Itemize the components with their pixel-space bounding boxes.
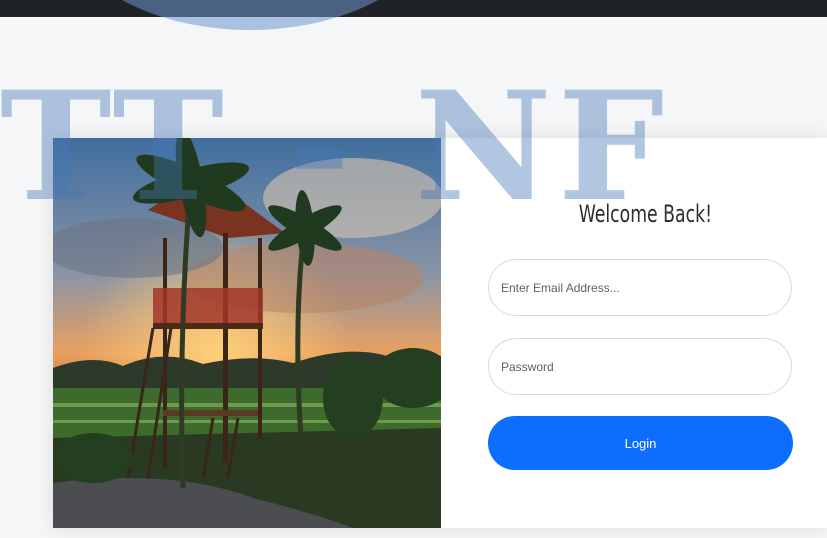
hero-image [53, 138, 441, 528]
password-field[interactable] [488, 338, 792, 395]
page-title: Welcome Back! [578, 200, 713, 228]
top-bar [0, 0, 827, 17]
login-button[interactable]: Login [488, 416, 793, 470]
login-card: Welcome Back! Login [53, 138, 827, 528]
treehouse-sunset-photo [53, 138, 441, 528]
email-field[interactable] [488, 259, 792, 316]
login-form: Welcome Back! Login [441, 138, 827, 528]
